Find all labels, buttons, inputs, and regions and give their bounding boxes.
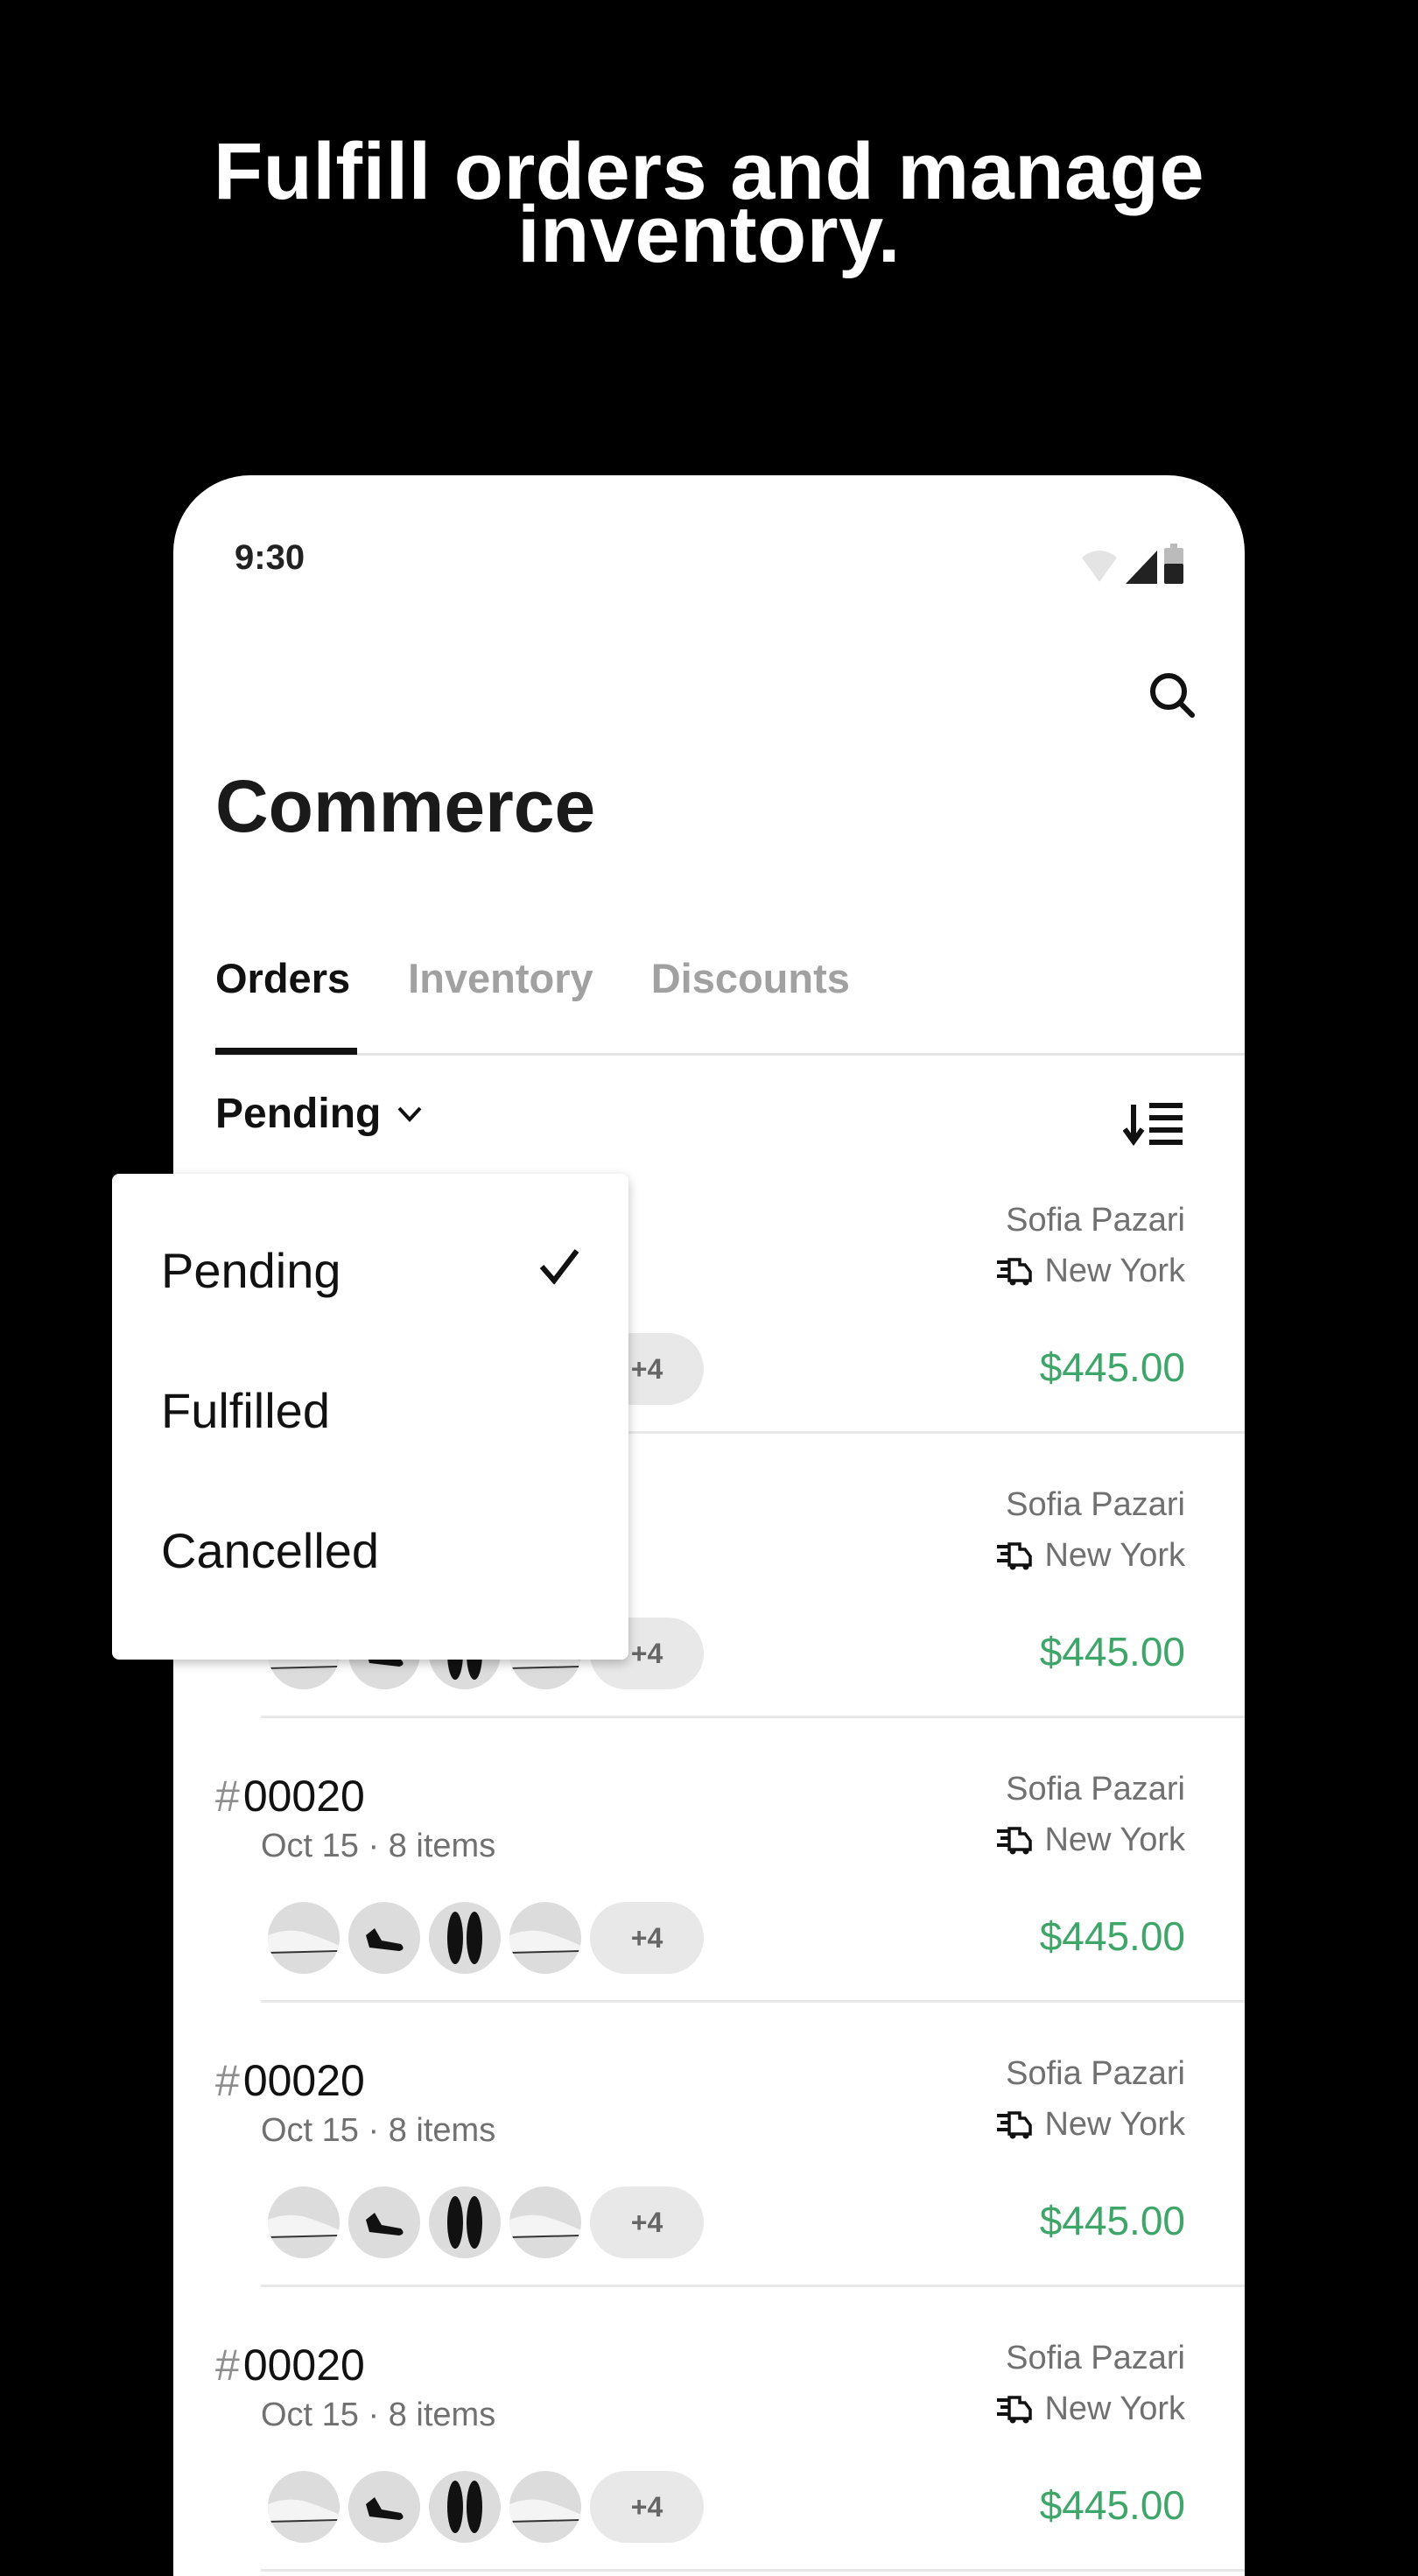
sort-descending-icon — [1122, 1103, 1183, 1147]
product-thumbnail-black-sandal — [348, 1902, 420, 1974]
truck-icon — [997, 2395, 1033, 2423]
order-total: $445.00 — [1039, 1913, 1185, 1959]
status-icons — [1080, 544, 1183, 584]
order-row[interactable]: #00020 Oct 15 · 8 items Sofia Pazari New Yo… — [173, 2003, 1245, 2287]
shipping-location: New York — [997, 2390, 1185, 2428]
signal-icon — [1126, 551, 1157, 584]
location-text: New York — [1044, 1537, 1185, 1574]
hash-icon: # — [215, 1772, 240, 1821]
wifi-icon — [1082, 551, 1117, 582]
customer-name: Sofia Pazari — [1006, 1202, 1185, 1239]
order-row[interactable]: #00020 Oct 15 · 8 items Sofia Pazari New Yo… — [173, 1718, 1245, 2003]
product-thumbnail-white-sneaker — [268, 1902, 340, 1974]
order-total: $445.00 — [1039, 2482, 1185, 2528]
shipping-location: New York — [997, 1537, 1185, 1575]
check-icon — [539, 1249, 579, 1285]
search-button[interactable] — [1145, 668, 1201, 724]
truck-icon — [997, 2110, 1033, 2138]
order-meta: Oct 15 · 8 items — [261, 2397, 496, 2433]
shipping-location: New York — [997, 2106, 1185, 2144]
product-thumbnail-black-shoes — [429, 1902, 501, 1974]
status-time: 9:30 — [235, 538, 305, 577]
chevron-down-icon — [397, 1106, 422, 1122]
search-icon — [1150, 673, 1195, 718]
more-items-badge: +4 — [590, 2186, 704, 2258]
order-id-text: 00020 — [242, 2056, 365, 2105]
order-meta: Oct 15 · 8 items — [261, 1828, 496, 1864]
order-number: #00020 — [215, 2055, 365, 2106]
truck-icon — [997, 1826, 1033, 1854]
order-id-text: 00020 — [242, 1772, 365, 1821]
hash-icon: # — [215, 2341, 240, 2390]
order-number: #00020 — [215, 1771, 365, 1821]
product-thumbnail-white-sneaker — [509, 2186, 581, 2258]
tab-bar: Orders Inventory Discounts — [215, 952, 850, 1005]
product-thumbnail-white-sneaker — [509, 2471, 581, 2543]
headline-line-2: inventory. — [517, 190, 901, 279]
order-row[interactable]: #00020 Oct 15 · 8 items Sofia Pazari New Yo… — [173, 2287, 1245, 2572]
row-divider — [261, 2569, 1245, 2572]
product-thumbnail-black-sandal — [348, 2186, 420, 2258]
tab-orders[interactable]: Orders — [215, 952, 350, 1005]
customer-name: Sofia Pazari — [1006, 1486, 1185, 1523]
shipping-location: New York — [997, 1821, 1185, 1859]
product-thumbnails: +4 — [268, 2186, 704, 2258]
order-total: $445.00 — [1039, 2198, 1185, 2243]
tab-inventory[interactable]: Inventory — [408, 952, 593, 1005]
product-thumbnails: +4 — [268, 2471, 704, 2543]
dropdown-option-fulfilled[interactable]: Fulfilled — [161, 1382, 330, 1439]
hash-icon: # — [215, 2056, 240, 2105]
product-thumbnail-black-sandal — [348, 2471, 420, 2543]
battery-icon — [1164, 544, 1183, 584]
order-id-text: 00020 — [242, 2341, 365, 2390]
customer-name: Sofia Pazari — [1006, 1771, 1185, 1807]
product-thumbnails: +4 — [268, 1902, 704, 1974]
status-dropdown-menu: Pending Fulfilled Cancelled — [112, 1174, 628, 1660]
product-thumbnail-black-shoes — [429, 2186, 501, 2258]
order-number: #00020 — [215, 2340, 365, 2390]
customer-name: Sofia Pazari — [1006, 2340, 1185, 2376]
product-thumbnail-black-shoes — [429, 2471, 501, 2543]
product-thumbnail-white-sneaker — [268, 2471, 340, 2543]
status-filter-button[interactable]: Pending — [215, 1090, 423, 1138]
tabs-divider — [215, 1053, 1245, 1056]
location-text: New York — [1044, 1821, 1185, 1858]
dropdown-option-cancelled[interactable]: Cancelled — [161, 1522, 379, 1579]
more-items-badge: +4 — [590, 2471, 704, 2543]
more-items-badge: +4 — [590, 1902, 704, 1974]
truck-icon — [997, 1541, 1033, 1569]
dropdown-option-pending[interactable]: Pending — [161, 1242, 341, 1299]
sort-button[interactable] — [1122, 1101, 1186, 1148]
tab-discounts[interactable]: Discounts — [651, 952, 850, 1005]
active-tab-indicator — [215, 1048, 357, 1055]
shipping-location: New York — [997, 1253, 1185, 1290]
product-thumbnail-white-sneaker — [509, 1902, 581, 1974]
customer-name: Sofia Pazari — [1006, 2055, 1185, 2092]
order-meta: Oct 15 · 8 items — [261, 2112, 496, 2149]
headline: Fulfill orders and manage inventory. — [0, 131, 1418, 279]
location-text: New York — [1044, 1253, 1185, 1289]
location-text: New York — [1044, 2106, 1185, 2143]
order-total: $445.00 — [1039, 1629, 1185, 1674]
filter-label: Pending — [215, 1091, 382, 1137]
order-total: $445.00 — [1039, 1344, 1185, 1390]
location-text: New York — [1044, 2390, 1185, 2427]
product-thumbnail-white-sneaker — [268, 2186, 340, 2258]
page-title: Commerce — [215, 765, 596, 847]
truck-icon — [997, 1257, 1033, 1285]
